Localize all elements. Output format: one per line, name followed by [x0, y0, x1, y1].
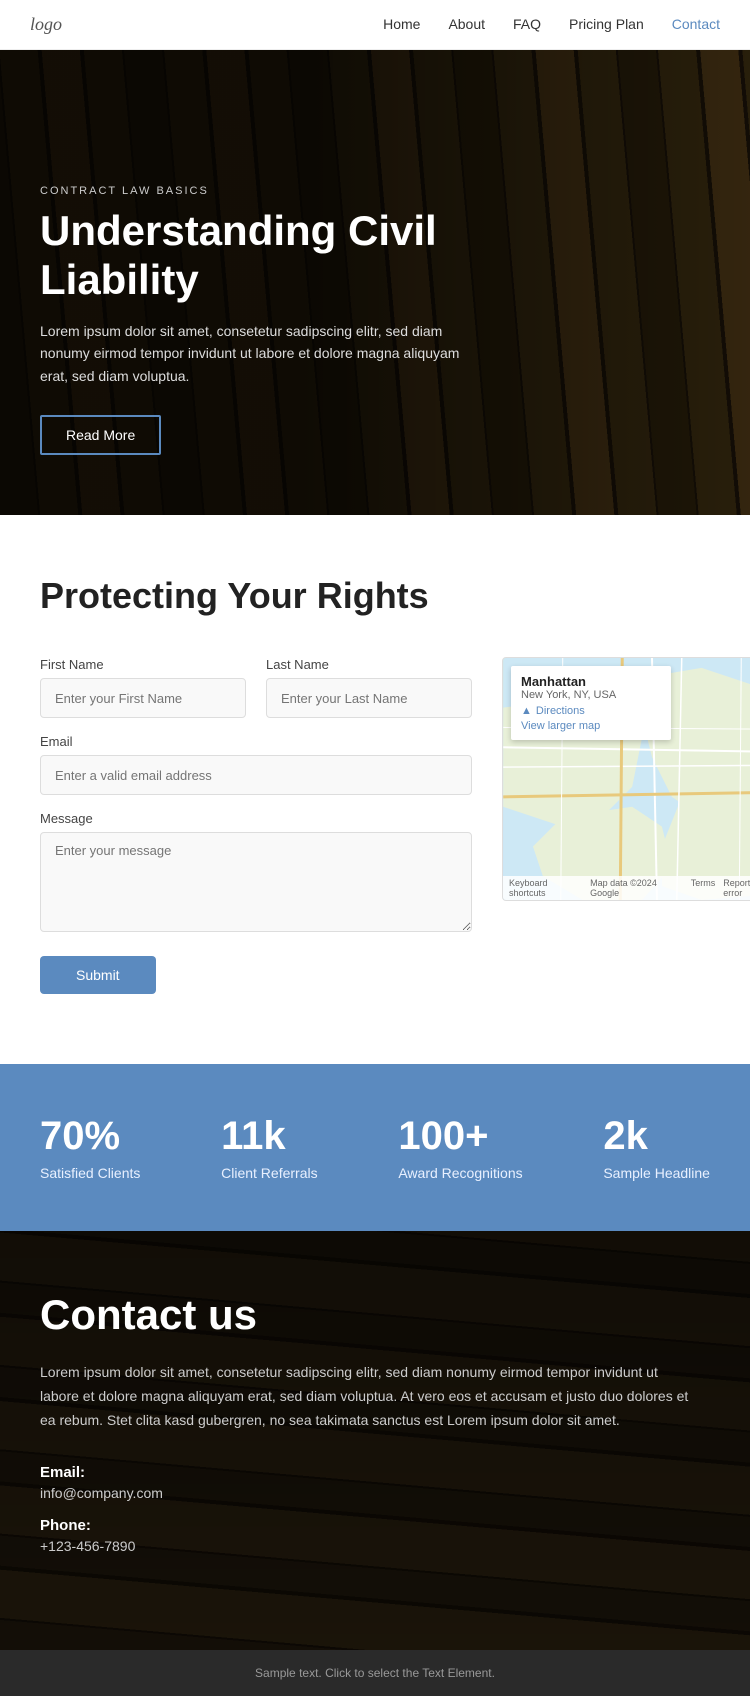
contact-us-title: Contact us	[40, 1291, 710, 1339]
nav-pricing[interactable]: Pricing Plan	[569, 16, 644, 32]
nav-about[interactable]: About	[448, 16, 485, 32]
contact-phone-detail: Phone: +123-456-7890	[40, 1517, 710, 1554]
first-name-label: First Name	[40, 657, 246, 672]
map-data: Map data ©2024 Google	[590, 878, 683, 898]
stat-item-3: 2k Sample Headline	[603, 1114, 710, 1181]
email-detail-label: Email:	[40, 1464, 710, 1481]
last-name-input[interactable]	[266, 678, 472, 718]
hero-title: Understanding Civil Liability	[40, 207, 560, 304]
stat-number-1: 11k	[221, 1114, 317, 1159]
view-larger-map-link[interactable]: View larger map	[521, 720, 661, 732]
stat-label-2: Award Recognitions	[398, 1165, 522, 1181]
map-side: Manhattan New York, NY, USA ▲ Directions…	[502, 657, 750, 901]
nav-faq[interactable]: FAQ	[513, 16, 541, 32]
stat-number-0: 70%	[40, 1114, 140, 1159]
map-keyboard: Keyboard shortcuts	[509, 878, 582, 898]
stats-section: 70% Satisfied Clients 11k Client Referra…	[0, 1064, 750, 1231]
contact-layout: First Name Last Name Email Message Submi…	[40, 657, 710, 994]
stat-item-1: 11k Client Referrals	[221, 1114, 317, 1181]
map-report: Report a map error	[723, 878, 750, 898]
map-place-address: New York, NY, USA	[521, 689, 661, 701]
nav-logo: logo	[30, 14, 62, 35]
map-terms: Terms	[691, 878, 716, 898]
map-info-box: Manhattan New York, NY, USA ▲ Directions…	[511, 666, 671, 740]
nav-home[interactable]: Home	[383, 16, 420, 32]
form-section-title: Protecting Your Rights	[40, 575, 710, 617]
first-name-input[interactable]	[40, 678, 246, 718]
hero-section: CONTRACT LAW BASICS Understanding Civil …	[0, 50, 750, 515]
stat-number-2: 100+	[398, 1114, 522, 1159]
phone-detail-value: +123-456-7890	[40, 1538, 710, 1554]
email-label: Email	[40, 734, 472, 749]
directions-icon: ▲	[521, 705, 532, 717]
phone-detail-label: Phone:	[40, 1517, 710, 1534]
nav-links: Home About FAQ Pricing Plan Contact	[383, 16, 720, 34]
stat-label-0: Satisfied Clients	[40, 1165, 140, 1181]
map-visual: Manhattan New York, NY, USA ▲ Directions…	[503, 658, 750, 900]
stat-item-0: 70% Satisfied Clients	[40, 1114, 140, 1181]
message-group: Message	[40, 811, 472, 932]
first-name-group: First Name	[40, 657, 246, 718]
navbar: logo Home About FAQ Pricing Plan Contact	[0, 0, 750, 50]
hero-description: Lorem ipsum dolor sit amet, consetetur s…	[40, 320, 480, 387]
map-container[interactable]: Manhattan New York, NY, USA ▲ Directions…	[502, 657, 750, 901]
contact-us-description: Lorem ipsum dolor sit amet, consetetur s…	[40, 1361, 700, 1432]
last-name-group: Last Name	[266, 657, 472, 718]
message-label: Message	[40, 811, 472, 826]
message-textarea[interactable]	[40, 832, 472, 932]
stat-label-1: Client Referrals	[221, 1165, 317, 1181]
contact-us-content: Contact us Lorem ipsum dolor sit amet, c…	[40, 1291, 710, 1554]
submit-button[interactable]: Submit	[40, 956, 156, 994]
footer-text: Sample text. Click to select the Text El…	[255, 1666, 495, 1680]
stat-number-3: 2k	[603, 1114, 710, 1159]
stat-item-2: 100+ Award Recognitions	[398, 1114, 522, 1181]
email-group: Email	[40, 734, 472, 795]
read-more-button[interactable]: Read More	[40, 415, 161, 455]
map-footer: Keyboard shortcuts Map data ©2024 Google…	[503, 876, 750, 900]
name-row: First Name Last Name	[40, 657, 472, 718]
stat-label-3: Sample Headline	[603, 1165, 710, 1181]
contact-us-section: Contact us Lorem ipsum dolor sit amet, c…	[0, 1231, 750, 1650]
hero-content: CONTRACT LAW BASICS Understanding Civil …	[0, 185, 600, 455]
nav-contact[interactable]: Contact	[672, 16, 720, 32]
form-side: First Name Last Name Email Message Submi…	[40, 657, 472, 994]
email-input[interactable]	[40, 755, 472, 795]
email-detail-value: info@company.com	[40, 1485, 710, 1501]
map-place-name: Manhattan	[521, 674, 661, 689]
last-name-label: Last Name	[266, 657, 472, 672]
contact-email-detail: Email: info@company.com	[40, 1464, 710, 1501]
map-directions-link[interactable]: ▲ Directions	[521, 705, 661, 717]
footer: Sample text. Click to select the Text El…	[0, 1650, 750, 1696]
form-section: Protecting Your Rights First Name Last N…	[0, 515, 750, 1064]
hero-tag: CONTRACT LAW BASICS	[40, 185, 560, 197]
stats-grid: 70% Satisfied Clients 11k Client Referra…	[40, 1114, 710, 1181]
